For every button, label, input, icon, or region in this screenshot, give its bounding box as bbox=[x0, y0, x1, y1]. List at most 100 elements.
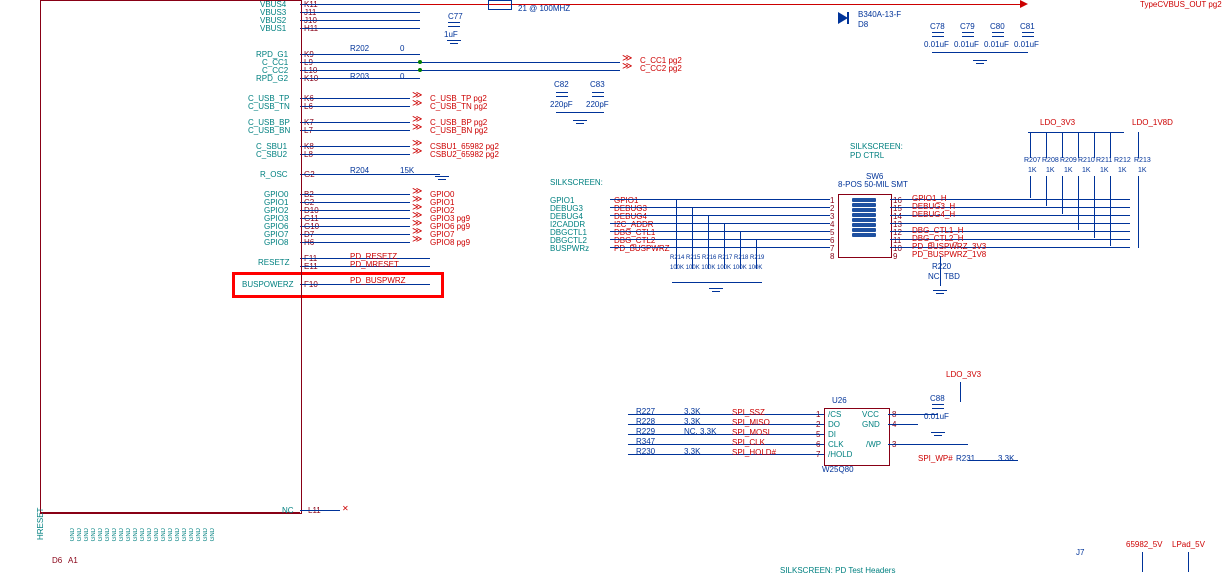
ref-r212: R212 bbox=[1114, 157, 1131, 164]
ref-r231: R231 bbox=[956, 454, 975, 463]
pinno-a1: A1 bbox=[68, 556, 78, 565]
pwr-lpad5v: LPad_5V bbox=[1172, 540, 1205, 549]
ic-main-outline bbox=[40, 0, 302, 514]
sw6-r9: 9 bbox=[893, 252, 897, 261]
val-r211: 1K bbox=[1100, 167, 1109, 174]
ref-r203: R203 bbox=[350, 72, 369, 81]
pwr-ldo1v8d: LDO_1V8D bbox=[1132, 118, 1173, 127]
net-mreset: PD_MRESET bbox=[350, 260, 399, 269]
ref-r204: R204 bbox=[350, 166, 369, 175]
net-spi-wp: SPI_WP# bbox=[918, 454, 953, 463]
ref-u26: U26 bbox=[832, 396, 847, 405]
val-r227: 3.3K bbox=[684, 407, 700, 416]
xconn-usbbn: ≫ bbox=[412, 125, 422, 131]
val-r210: 1K bbox=[1082, 167, 1091, 174]
val-r214-219: 100K 100K 100K 100K 100K 100K bbox=[670, 265, 762, 271]
u26-cs: /CS bbox=[828, 410, 841, 419]
pwr-65982: 65982_5V bbox=[1126, 540, 1162, 549]
ref-j7: J7 bbox=[1076, 548, 1084, 557]
sw6-switches bbox=[852, 198, 876, 238]
val-r207: 1K bbox=[1028, 167, 1037, 174]
ref-r202: R202 bbox=[350, 44, 369, 53]
val-r220: NC, TBD bbox=[928, 272, 960, 281]
u26-part: W25Q80 bbox=[822, 465, 854, 474]
u26-clk: CLK bbox=[828, 440, 844, 449]
ref-c83: C83 bbox=[590, 80, 605, 89]
net-buspwrz1v8: PD_BUSPWRZ_1V8 bbox=[912, 250, 986, 259]
ref-r213: R213 bbox=[1134, 157, 1151, 164]
ref-r347: R347 bbox=[636, 437, 655, 446]
pwr-ldo3v3-u26: LDO_3V3 bbox=[946, 370, 981, 379]
offpage-typecvbus bbox=[1020, 0, 1028, 8]
val-r228: 3.3K bbox=[684, 417, 700, 426]
val-c79: 0.01uF bbox=[954, 40, 979, 49]
u26-wp: /WP bbox=[866, 440, 881, 449]
diode-d8 bbox=[838, 12, 854, 28]
u26-vcc: VCC bbox=[862, 410, 879, 419]
net-cc2: C_CC2 pg2 bbox=[640, 64, 682, 73]
val-sw6: 8-POS 50-MIL SMT bbox=[838, 180, 908, 189]
val-r209: 1K bbox=[1064, 167, 1073, 174]
val-r230: 3.3K bbox=[684, 447, 700, 456]
sw6-l8: 8 bbox=[830, 252, 834, 261]
net-usbtn: C_USB_TN pg2 bbox=[430, 102, 487, 111]
xconn-cc2: ≫ bbox=[622, 64, 632, 70]
ref-r210: R210 bbox=[1078, 157, 1095, 164]
pin-nc: NC bbox=[282, 506, 294, 515]
val-r231: 3.3K bbox=[998, 454, 1014, 463]
u26-gnd: GND bbox=[862, 420, 880, 429]
val-c78: 0.01uF bbox=[924, 40, 949, 49]
ref-c88: C88 bbox=[930, 394, 945, 403]
net-typecvbus: TypeCVBUS_OUT pg2 bbox=[1140, 0, 1222, 9]
pin-hreset: HRESET bbox=[36, 508, 45, 540]
silkscreen-pdtest: SILKSCREEN: PD Test Headers bbox=[780, 566, 895, 575]
val-r212: 1K bbox=[1118, 167, 1127, 174]
ref-r230: R230 bbox=[636, 447, 655, 456]
val-c82: 220pF bbox=[550, 100, 573, 109]
pwr-ldo3v3-top: LDO_3V3 bbox=[1040, 118, 1075, 127]
ref-r227: R227 bbox=[636, 407, 655, 416]
val-c83: 220pF bbox=[586, 100, 609, 109]
ref-c82: C82 bbox=[554, 80, 569, 89]
val-c80: 0.01uF bbox=[984, 40, 1009, 49]
net-spi-miso: SPI_MISO bbox=[732, 418, 770, 427]
ref-c79: C79 bbox=[960, 22, 975, 31]
u26-hold: /HOLD bbox=[828, 450, 852, 459]
busn-pdbuspwrz: PD_BUSPWRZ bbox=[614, 244, 670, 253]
val-d8: B340A-13-F bbox=[858, 10, 901, 19]
schematic-canvas: VBUS4 VBUS3 VBUS2 VBUS1 K11 J11 J10 H11 … bbox=[0, 0, 1223, 584]
val-fb: 21 @ 100MHZ bbox=[518, 4, 570, 13]
val-r208: 1K bbox=[1046, 167, 1055, 174]
ref-c78: C78 bbox=[930, 22, 945, 31]
ref-r229: R229 bbox=[636, 427, 655, 436]
val-r204: 15K bbox=[400, 166, 414, 175]
val-r213: 1K bbox=[1138, 167, 1147, 174]
ref-r214-219: R214 R215 R216 R217 R218 R219 bbox=[670, 255, 764, 261]
net-spi-ssz: SPI_SSZ bbox=[732, 408, 765, 417]
bus-buspwrz: BUSPWRz bbox=[550, 244, 589, 253]
ref-r209: R209 bbox=[1060, 157, 1077, 164]
pinno-d6: D6 bbox=[52, 556, 62, 565]
ref-r228: R228 bbox=[636, 417, 655, 426]
silkscreen-label-1: SILKSCREEN: bbox=[550, 178, 603, 187]
net-spi-clk: SPI_CLK bbox=[732, 438, 765, 447]
val-c81: 0.01uF bbox=[1014, 40, 1039, 49]
val-c77: 1uF bbox=[444, 30, 458, 39]
xconn-g8: ≫ bbox=[412, 237, 422, 243]
gnd-row: GND GND GND GND GND GND GND GND GND GND … bbox=[70, 528, 216, 541]
net-usbbn: C_USB_BN pg2 bbox=[430, 126, 488, 135]
val-r229: NC, 3.3K bbox=[684, 427, 716, 436]
u26-do: DO bbox=[828, 420, 840, 429]
net-g8: GPIO8 pg9 bbox=[430, 238, 470, 247]
val-r202: 0 bbox=[400, 44, 404, 53]
xconn-usbtn: ≫ bbox=[412, 101, 422, 107]
val-r203: 0 bbox=[400, 72, 404, 81]
silkscreen-pdctrl: SILKSCREEN: PD CTRL bbox=[850, 142, 903, 160]
ferrite-bead bbox=[488, 0, 512, 10]
ref-r211: R211 bbox=[1096, 157, 1112, 164]
ref-r207: R207 bbox=[1024, 157, 1041, 164]
u26-di: DI bbox=[828, 430, 836, 439]
nc-x: ✕ bbox=[342, 504, 349, 513]
ref-d8: D8 bbox=[858, 20, 868, 29]
net-csbu2: CSBU2_65982 pg2 bbox=[430, 150, 499, 159]
